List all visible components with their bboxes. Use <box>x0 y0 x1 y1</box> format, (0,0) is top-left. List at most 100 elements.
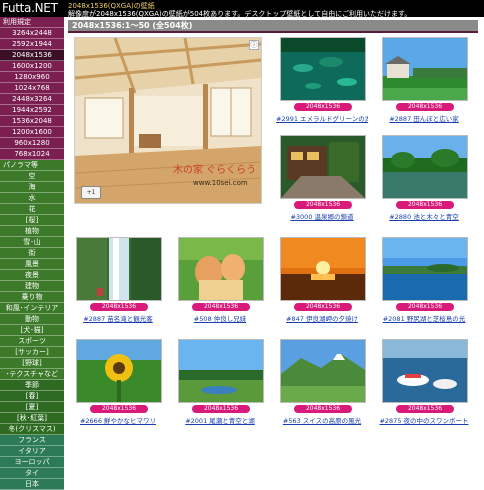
sidebar-item[interactable]: 動物 <box>0 314 64 325</box>
resolution-badge[interactable]: 2048x1536 <box>396 103 454 111</box>
wallpaper-thumbnail[interactable] <box>280 339 366 403</box>
resolution-badge[interactable]: 2048x1536 <box>396 201 454 209</box>
wallpaper-card[interactable]: 2048x1536 #2666 鮮やかなヒマワリ <box>72 339 164 435</box>
wallpaper-caption-link[interactable]: #2880 池と木々と青空 <box>378 211 470 221</box>
sidebar-item[interactable]: 雪･山 <box>0 237 64 248</box>
sidebar-item[interactable]: [桜] <box>0 215 64 226</box>
resolution-badge[interactable]: 2048x1536 <box>192 303 250 311</box>
sidebar-item[interactable]: 1600x1200 <box>0 61 64 72</box>
sidebar-item[interactable]: 和風･インテリア <box>0 303 64 314</box>
sidebar-item[interactable]: 海 <box>0 182 64 193</box>
wallpaper-card[interactable]: 2048x1536 #2081 野尻湖と芝桜島の光 <box>378 237 470 333</box>
sidebar-item[interactable]: [野球] <box>0 358 64 369</box>
resolution-badge[interactable]: 2048x1536 <box>396 303 454 311</box>
wallpaper-caption-link[interactable]: #2991 エメラルドグリーンの湖と湯 <box>276 113 368 123</box>
sidebar-item[interactable]: ･テクスチャなど <box>0 369 64 380</box>
sidebar-item[interactable]: パノラマ等 <box>0 160 64 171</box>
resolution-badge[interactable]: 2048x1536 <box>90 405 148 413</box>
wallpaper-thumbnail[interactable] <box>178 237 264 301</box>
site-logo[interactable]: Futta.NET <box>2 1 58 15</box>
sidebar-item[interactable]: 2448x3264 <box>0 94 64 105</box>
sidebar-item[interactable]: 季節 <box>0 380 64 391</box>
wallpaper-card[interactable]: 2048x1536 #2875 夜の中のスワンボート <box>378 339 470 435</box>
sidebar-item[interactable]: 1944x2592 <box>0 105 64 116</box>
wallpaper-thumbnail[interactable] <box>76 237 162 301</box>
sidebar-item[interactable]: 1536x2048 <box>0 116 64 127</box>
wallpaper-card[interactable]: 2048x1536 #2001 尾瀬と青空と湖 <box>174 339 266 435</box>
wallpaper-caption-link[interactable]: #2875 夜の中のスワンボート <box>378 415 470 425</box>
wallpaper-caption-link[interactable]: #847 伊良湖岬の夕焼け <box>276 313 368 323</box>
wallpaper-caption-link[interactable]: #508 仲良し兄妹 <box>174 313 266 323</box>
sidebar-item[interactable]: 利用規定 <box>0 17 64 28</box>
sidebar-item[interactable]: 風景 <box>0 259 64 270</box>
sidebar-item[interactable]: [春] <box>0 391 64 402</box>
wallpaper-thumbnail[interactable] <box>382 135 468 199</box>
sidebar-item[interactable]: タイ <box>0 468 64 479</box>
wallpaper-thumbnail[interactable] <box>382 339 468 403</box>
featured-wallpaper[interactable]: 木の家 ぐらくらう www.10sei.com +1 ⓘ <box>74 37 262 204</box>
sidebar-item[interactable]: 日本 <box>0 479 64 490</box>
wallpaper-thumbnail[interactable] <box>280 37 366 101</box>
sidebar-item[interactable]: [夏] <box>0 402 64 413</box>
wallpaper-card[interactable]: 2048x1536 #2991 エメラルドグリーンの湖と湯 <box>276 37 368 133</box>
sidebar-item[interactable]: [秋･紅葉] <box>0 413 64 424</box>
info-icon[interactable]: ⓘ <box>249 40 259 50</box>
sidebar-item[interactable]: 街 <box>0 248 64 259</box>
page-range-bar: 2048x1536:1～50 (全504枚) <box>68 20 478 33</box>
wallpaper-thumbnail[interactable] <box>280 237 366 301</box>
sidebar-item[interactable]: ヨーロッパ <box>0 457 64 468</box>
sidebar-item[interactable]: 花 <box>0 204 64 215</box>
resolution-badge[interactable]: 2048x1536 <box>294 103 352 111</box>
wallpaper-thumbnail[interactable] <box>382 237 468 301</box>
wallpaper-card[interactable]: 2048x1536 #2887 苗名滝と観光客 <box>72 237 164 333</box>
sidebar-item[interactable]: 1280x960 <box>0 72 64 83</box>
sidebar-item[interactable]: 1200x1600 <box>0 127 64 138</box>
sidebar-item[interactable]: [サッカー] <box>0 347 64 358</box>
resolution-badge[interactable]: 2048x1536 <box>192 405 250 413</box>
wallpaper-card[interactable]: 2048x1536 #847 伊良湖岬の夕焼け <box>276 237 368 333</box>
sidebar-item[interactable]: 冬(クリスマス) <box>0 424 64 435</box>
resolution-badge[interactable]: 2048x1536 <box>294 201 352 209</box>
page-range-label: 2048x1536:1～50 (全504枚) <box>72 21 193 30</box>
wallpaper-caption-link[interactable]: #2001 尾瀬と青空と湖 <box>174 415 266 425</box>
feature-caption: 木の家 ぐらくらう <box>173 165 257 176</box>
resolution-badge[interactable]: 2048x1536 <box>396 405 454 413</box>
sidebar-item[interactable]: 乗り物 <box>0 292 64 303</box>
wallpaper-caption-link[interactable]: #563 スイスの高原の風光 <box>276 415 368 425</box>
sidebar-item[interactable]: イタリア <box>0 446 64 457</box>
sidebar-item[interactable]: スポーツ <box>0 336 64 347</box>
sidebar-item[interactable]: 960x1280 <box>0 138 64 149</box>
wallpaper-caption-link[interactable]: #2666 鮮やかなヒマワリ <box>72 415 164 425</box>
wallpaper-caption-link[interactable]: #3000 温泉郷の鎖道 <box>276 211 368 221</box>
sidebar-item[interactable]: 3264x2448 <box>0 28 64 39</box>
sidebar-item[interactable]: 水 <box>0 193 64 204</box>
resolution-badge[interactable]: 2048x1536 <box>294 405 352 413</box>
sidebar-item[interactable]: 768x1024 <box>0 149 64 160</box>
sidebar-item[interactable]: 2592x1944 <box>0 39 64 50</box>
sidebar-item[interactable]: [犬･猫] <box>0 325 64 336</box>
resolution-badge[interactable]: 2048x1536 <box>294 303 352 311</box>
sidebar-item[interactable]: 植物 <box>0 226 64 237</box>
wallpaper-thumbnail[interactable] <box>178 339 264 403</box>
sidebar-item[interactable]: 空 <box>0 171 64 182</box>
wallpaper-thumbnail[interactable] <box>382 37 468 101</box>
wallpaper-card[interactable]: 2048x1536 #2887 田んぼと広い家 <box>378 37 470 133</box>
sidebar-item[interactable]: 1024x768 <box>0 83 64 94</box>
sidebar-item[interactable]: 2048x1536 <box>0 50 64 61</box>
wallpaper-card[interactable]: 2048x1536 #2880 池と木々と青空 <box>378 135 470 231</box>
wallpaper-caption-link[interactable]: #2887 田んぼと広い家 <box>378 113 470 123</box>
resolution-badge[interactable]: 2048x1536 <box>90 303 148 311</box>
plus-one-button[interactable]: +1 <box>81 186 101 199</box>
sidebar-item[interactable]: 夜景 <box>0 270 64 281</box>
wallpaper-card[interactable]: 2048x1536 #563 スイスの高原の風光 <box>276 339 368 435</box>
feature-url: www.10sei.com <box>193 179 248 187</box>
wallpaper-thumbnail[interactable] <box>280 135 366 199</box>
wallpaper-card[interactable]: 2048x1536 #3000 温泉郷の鎖道 <box>276 135 368 231</box>
wallpaper-caption-link[interactable]: #2887 苗名滝と観光客 <box>72 313 164 323</box>
main-content: 2048x1536:1～50 (全504枚) 木の家 ぐらくらう www.10s… <box>66 17 484 440</box>
sidebar-item[interactable]: 建物 <box>0 281 64 292</box>
wallpaper-caption-link[interactable]: #2081 野尻湖と芝桜島の光 <box>378 313 470 323</box>
wallpaper-card[interactable]: 2048x1536 #508 仲良し兄妹 <box>174 237 266 333</box>
sidebar-item[interactable]: フランス <box>0 435 64 446</box>
wallpaper-thumbnail[interactable] <box>76 339 162 403</box>
